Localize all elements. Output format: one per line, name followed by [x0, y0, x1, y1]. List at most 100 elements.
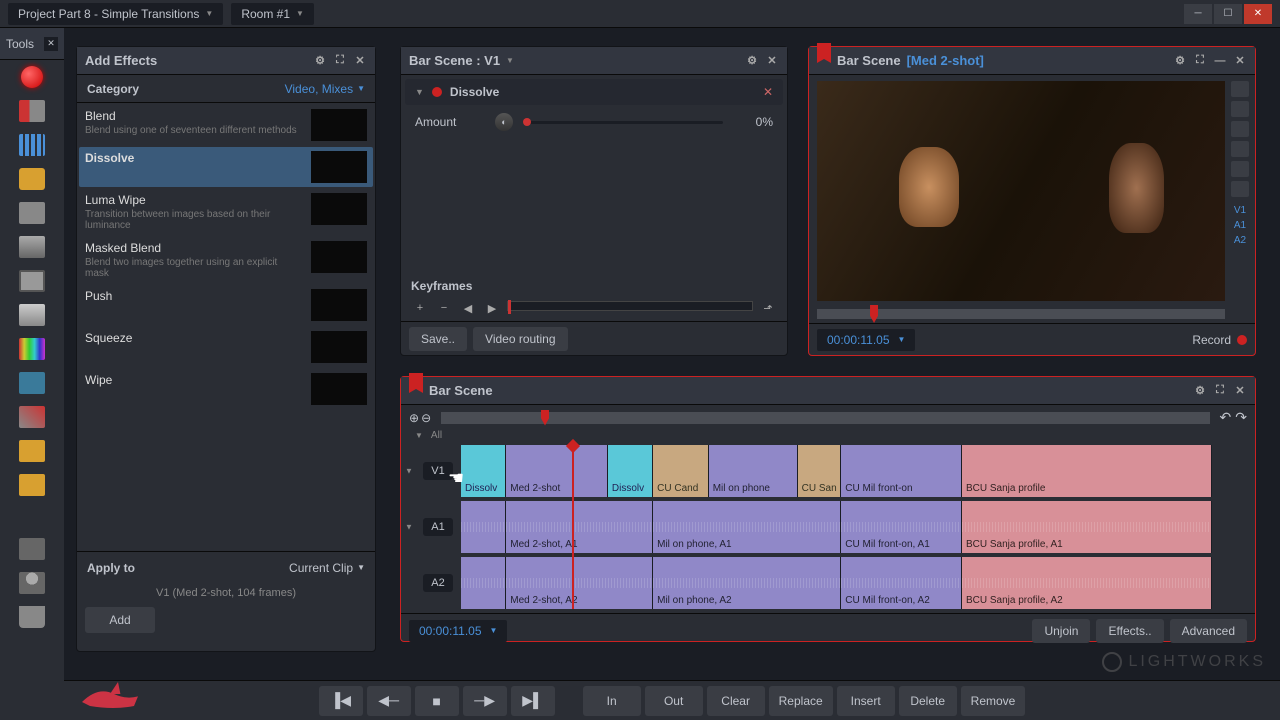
save-button[interactable]: Save..: [409, 327, 467, 351]
refresh-icon[interactable]: [1231, 161, 1249, 177]
scrub-marker[interactable]: [870, 305, 878, 323]
user-tool[interactable]: [0, 566, 64, 600]
apply-target-dropdown[interactable]: Current Clip ▼: [289, 561, 365, 575]
clip[interactable]: BCU Sanja profile, A2: [962, 557, 1212, 609]
clip[interactable]: Med 2-shot: [506, 445, 608, 497]
minimize-button[interactable]: ─: [1184, 4, 1212, 24]
clip[interactable]: CU Mil front-on, A2: [841, 557, 962, 609]
audio-tool[interactable]: [0, 434, 64, 468]
clip[interactable]: Mil on phone: [709, 445, 798, 497]
track-label-v1[interactable]: V1: [423, 462, 452, 480]
chevron-down-icon[interactable]: ▼: [506, 56, 514, 65]
mark-in-button[interactable]: In: [583, 686, 641, 716]
import-tool[interactable]: [0, 94, 64, 128]
effect-item-dissolve[interactable]: Dissolve: [79, 147, 373, 187]
clip[interactable]: Dissolv: [461, 445, 506, 497]
close-icon[interactable]: ✕: [765, 54, 779, 68]
goto-end-button[interactable]: ▶▌: [511, 686, 555, 716]
effect-item-push[interactable]: Push: [79, 285, 373, 325]
zoom-in-icon[interactable]: ⊕: [409, 411, 419, 425]
effect-instance-row[interactable]: ▼ Dissolve ✕: [405, 79, 783, 105]
clip[interactable]: CU Mil front-on, A1: [841, 501, 962, 553]
media-tool[interactable]: [0, 230, 64, 264]
prev-keyframe-icon[interactable]: ◀: [459, 299, 477, 317]
disk-tool[interactable]: [0, 298, 64, 332]
graph-icon[interactable]: ⬏: [759, 299, 777, 317]
delete-button[interactable]: Delete: [899, 686, 957, 716]
effect-item-wipe[interactable]: Wipe: [79, 369, 373, 409]
redo-icon[interactable]: ↷: [1235, 409, 1247, 426]
edit-tool[interactable]: [0, 128, 64, 162]
slider-handle[interactable]: [523, 118, 531, 126]
track-label-a2[interactable]: A2: [423, 574, 452, 592]
all-label[interactable]: All: [431, 430, 442, 441]
expand-icon[interactable]: ▼: [405, 523, 413, 532]
effect-item-squeeze[interactable]: Squeeze: [79, 327, 373, 367]
routing-button[interactable]: Video routing: [473, 327, 568, 351]
a1-clips[interactable]: Med 2-shot, A1Mil on phone, A1CU Mil fro…: [461, 501, 1255, 553]
gear-icon[interactable]: ⚙: [1193, 384, 1207, 398]
clip[interactable]: BCU Sanja profile: [962, 445, 1212, 497]
search-tool[interactable]: [0, 162, 64, 196]
close-icon[interactable]: ✕: [1233, 384, 1247, 398]
clip[interactable]: Med 2-shot, A1: [506, 501, 653, 553]
track-label-a1[interactable]: A1: [423, 518, 452, 536]
clip[interactable]: [461, 501, 506, 553]
viewer-scrubber[interactable]: [817, 309, 1225, 319]
timecode-field[interactable]: 00:00:11.05 ▼: [817, 329, 915, 351]
remove-button[interactable]: Remove: [961, 686, 1026, 716]
insert-button[interactable]: Insert: [837, 686, 895, 716]
up-icon[interactable]: [1231, 121, 1249, 137]
room-dropdown[interactable]: Room #1 ▼: [231, 3, 314, 25]
close-icon[interactable]: ✕: [353, 54, 367, 68]
effect-item-masked-blend[interactable]: Masked BlendBlend two images together us…: [79, 237, 373, 283]
track-v1-toggle[interactable]: V1: [1234, 205, 1246, 216]
stop-button[interactable]: ■: [415, 686, 459, 716]
color-tool[interactable]: [0, 332, 64, 366]
expand-icon[interactable]: ▼: [415, 87, 424, 97]
remove-keyframe-icon[interactable]: −: [435, 299, 453, 317]
export-tool[interactable]: [0, 468, 64, 502]
maximize-button[interactable]: ☐: [1214, 4, 1242, 24]
advanced-button[interactable]: Advanced: [1170, 619, 1247, 643]
close-icon[interactable]: ✕: [44, 37, 58, 51]
add-button[interactable]: Add: [85, 607, 155, 633]
record-tool[interactable]: [0, 60, 64, 94]
bins-tool[interactable]: [0, 196, 64, 230]
timecode-field[interactable]: 00:00:11.05 ▼: [409, 620, 507, 642]
down-icon[interactable]: [1231, 141, 1249, 157]
keyframe-track[interactable]: [507, 301, 753, 311]
effects-button[interactable]: Effects..: [1096, 619, 1163, 643]
goto-start-button[interactable]: ▐◀: [319, 686, 363, 716]
save-tool[interactable]: [0, 600, 64, 634]
record-button[interactable]: Record: [1192, 333, 1247, 347]
calc-tool[interactable]: [0, 366, 64, 400]
restore-icon[interactable]: ⛶: [1213, 384, 1227, 398]
mark-out-button[interactable]: Out: [645, 686, 703, 716]
v1-clips[interactable]: DissolvMed 2-shotDissolvCU CandMil on ph…: [461, 445, 1255, 497]
effect-item-luma-wipe[interactable]: Luma WipeTransition between images based…: [79, 189, 373, 235]
clip[interactable]: [461, 557, 506, 609]
play-icon[interactable]: ▶: [483, 299, 501, 317]
step-back-button[interactable]: ◀─: [367, 686, 411, 716]
gear-icon[interactable]: ⚙: [745, 54, 759, 68]
clear-button[interactable]: Clear: [707, 686, 765, 716]
close-button[interactable]: ✕: [1244, 4, 1272, 24]
clip[interactable]: Mil on phone, A2: [653, 557, 841, 609]
undo-icon[interactable]: ↶: [1220, 409, 1232, 426]
delete-icon[interactable]: ✕: [763, 85, 773, 99]
video-preview[interactable]: [817, 81, 1225, 301]
folder-icon[interactable]: [1231, 81, 1249, 97]
print-tool[interactable]: [0, 264, 64, 298]
clip[interactable]: Mil on phone, A1: [653, 501, 841, 553]
fx-tool[interactable]: [0, 400, 64, 434]
clip[interactable]: Dissolv: [608, 445, 653, 497]
project-dropdown[interactable]: Project Part 8 - Simple Transitions ▼: [8, 3, 223, 25]
list-icon[interactable]: [1231, 101, 1249, 117]
param-value[interactable]: 0%: [733, 115, 773, 129]
unjoin-button[interactable]: Unjoin: [1032, 619, 1090, 643]
zoom-out-icon[interactable]: ⊖: [421, 411, 431, 425]
timeline-ruler[interactable]: [441, 412, 1209, 424]
stopwatch-icon[interactable]: ◐: [495, 113, 513, 131]
expand-icon[interactable]: ▼: [415, 431, 423, 440]
